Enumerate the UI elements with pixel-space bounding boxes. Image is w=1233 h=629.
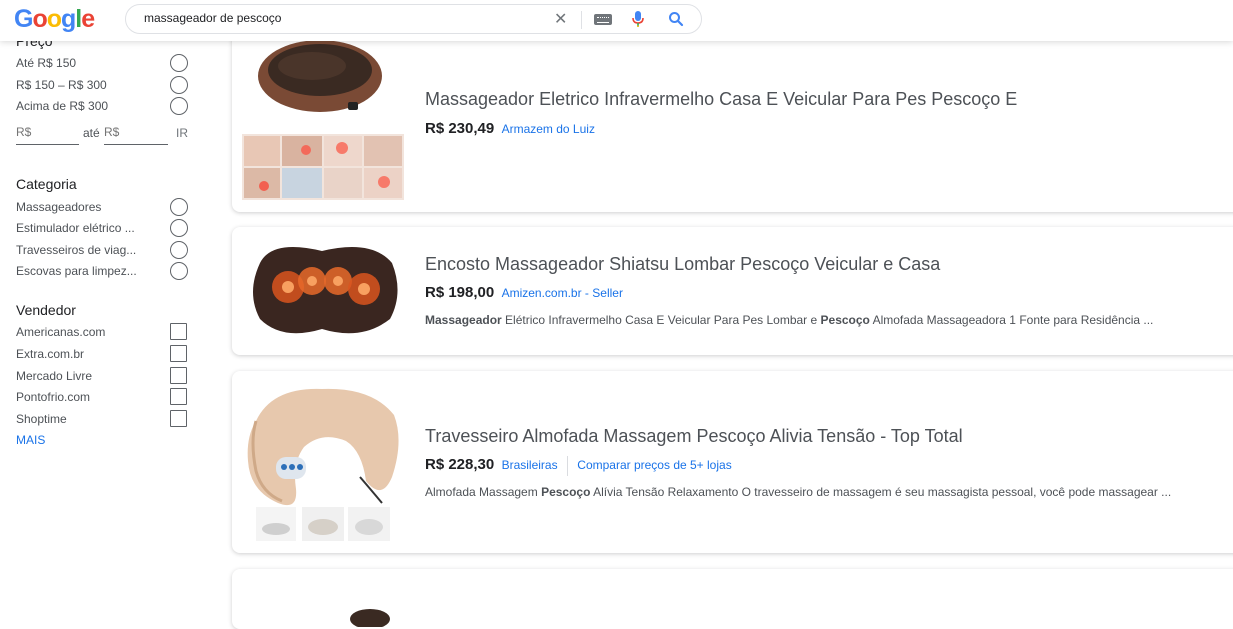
- radio-button[interactable]: [170, 76, 188, 94]
- checkbox[interactable]: [170, 388, 187, 405]
- price-option-3[interactable]: Acima de R$ 300: [16, 97, 188, 117]
- price-range-separator: até: [83, 126, 100, 140]
- description-keyword: Pescoço: [541, 485, 591, 499]
- category-option-label: Escovas para limpez...: [16, 264, 137, 278]
- microphone-icon[interactable]: [631, 10, 645, 33]
- category-option-label: Massageadores: [16, 200, 102, 214]
- description-keyword: Pescoço: [820, 313, 870, 327]
- checkbox[interactable]: [170, 410, 187, 427]
- seller-option-label: Shoptime: [16, 412, 67, 426]
- price-line: R$ 198,00 Amizen.com.br - Seller: [425, 284, 623, 301]
- category-option-2[interactable]: Estimulador elétrico ...: [16, 219, 188, 239]
- category-option-3[interactable]: Travesseiros de viag...: [16, 241, 188, 261]
- seller-option-label: Extra.com.br: [16, 347, 85, 361]
- radio-button[interactable]: [170, 97, 188, 115]
- search-icon[interactable]: [668, 11, 684, 32]
- radio-button[interactable]: [170, 219, 188, 237]
- checkbox[interactable]: [170, 323, 187, 340]
- product-description: Massageador Elétrico Infravermelho Casa …: [425, 313, 1153, 327]
- price-option-2[interactable]: R$ 150 – R$ 300: [16, 76, 188, 96]
- price-line: R$ 228,30 Brasileiras Comparar preços de…: [425, 456, 732, 476]
- description-keyword: Massageador: [425, 313, 502, 327]
- merchant-link[interactable]: Amizen.com.br - Seller: [502, 286, 623, 300]
- seller-option-label: Mercado Livre: [16, 369, 93, 383]
- category-option-1[interactable]: Massageadores: [16, 198, 188, 218]
- divider: [566, 456, 568, 476]
- product-price: R$ 228,30: [425, 456, 495, 474]
- merchant-link[interactable]: Armazem do Luiz: [502, 122, 595, 136]
- top-bar: Google ✕: [0, 0, 1233, 41]
- product-image[interactable]: [242, 381, 404, 545]
- product-image[interactable]: [242, 607, 404, 629]
- product-image[interactable]: [242, 36, 404, 200]
- radio-button[interactable]: [170, 241, 188, 259]
- price-option-label: Acima de R$ 300: [16, 99, 109, 113]
- price-option-label: R$ 150 – R$ 300: [16, 78, 107, 92]
- product-title[interactable]: Massageador Eletrico Infravermelho Casa …: [425, 89, 1017, 110]
- product-card[interactable]: Encosto Massageador Shiatsu Lombar Pesco…: [232, 227, 1233, 355]
- category-option-label: Estimulador elétrico ...: [16, 221, 135, 235]
- search-box: ✕: [125, 4, 702, 34]
- seller-option-5[interactable]: Shoptime: [16, 410, 188, 430]
- description-text: Almofada Massageadora 1 Fonte para Resid…: [869, 313, 1154, 327]
- search-input[interactable]: [144, 11, 524, 25]
- description-text: Almofada Massagem: [425, 485, 542, 499]
- category-heading: Categoria: [16, 176, 77, 192]
- description-text: Alívia Tensão Relaxamento O travesseiro …: [590, 485, 1172, 499]
- radio-button[interactable]: [170, 198, 188, 216]
- price-option-label: Até R$ 150: [16, 56, 77, 70]
- category-option-4[interactable]: Escovas para limpez...: [16, 262, 188, 282]
- min-price-input[interactable]: [16, 125, 79, 139]
- price-option-1[interactable]: Até R$ 150: [16, 54, 188, 74]
- checkbox[interactable]: [170, 367, 187, 384]
- product-title[interactable]: Travesseiro Almofada Massagem Pescoço Al…: [425, 426, 963, 447]
- divider: [581, 11, 582, 29]
- max-price-input[interactable]: [104, 125, 168, 139]
- checkbox[interactable]: [170, 345, 187, 362]
- seller-option-3[interactable]: Mercado Livre: [16, 367, 188, 387]
- product-price: R$ 198,00: [425, 284, 495, 301]
- compare-prices-link[interactable]: Comparar preços de 5+ lojas: [577, 458, 731, 472]
- merchant-link[interactable]: Brasileiras: [502, 458, 558, 472]
- description-text: Elétrico Infravermelho Casa E Veicular P…: [501, 313, 821, 327]
- product-image[interactable]: [242, 233, 404, 349]
- price-line: R$ 230,49 Armazem do Luiz: [425, 120, 595, 137]
- radio-button[interactable]: [170, 54, 188, 72]
- product-title[interactable]: Encosto Massageador Shiatsu Lombar Pesco…: [425, 254, 940, 275]
- product-card[interactable]: Massageador Eletrico Infravermelho Casa …: [232, 28, 1233, 212]
- more-sellers-link[interactable]: MAIS: [16, 433, 45, 447]
- keyboard-icon[interactable]: [594, 14, 612, 25]
- go-button[interactable]: IR: [176, 126, 188, 140]
- seller-option-label: Americanas.com: [16, 325, 106, 339]
- product-card[interactable]: [232, 569, 1233, 629]
- seller-option-4[interactable]: Pontofrio.com: [16, 388, 188, 408]
- min-price-field[interactable]: [16, 125, 79, 145]
- seller-option-2[interactable]: Extra.com.br: [16, 345, 188, 365]
- radio-button[interactable]: [170, 262, 188, 280]
- google-logo[interactable]: Google: [14, 5, 95, 34]
- clear-icon[interactable]: ✕: [554, 9, 567, 29]
- product-price: R$ 230,49: [425, 120, 495, 137]
- seller-option-label: Pontofrio.com: [16, 390, 91, 404]
- seller-heading: Vendedor: [16, 302, 76, 318]
- seller-option-1[interactable]: Americanas.com: [16, 323, 188, 343]
- max-price-field[interactable]: [104, 125, 168, 145]
- category-option-label: Travesseiros de viag...: [16, 243, 137, 257]
- product-description: Almofada Massagem Pescoço Alívia Tensão …: [425, 485, 1171, 499]
- product-card[interactable]: Travesseiro Almofada Massagem Pescoço Al…: [232, 371, 1233, 553]
